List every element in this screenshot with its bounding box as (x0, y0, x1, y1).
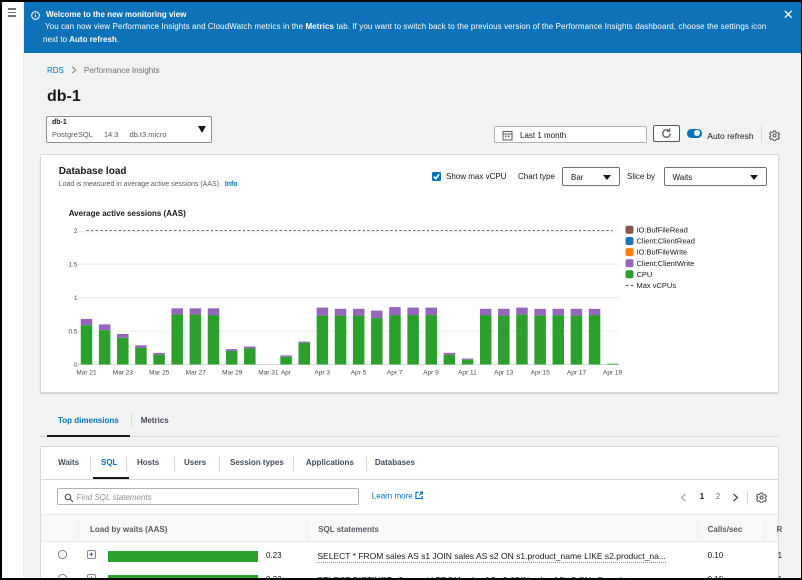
svg-text:CPU: CPU (637, 270, 653, 279)
svg-text:1.5: 1.5 (68, 261, 77, 268)
svg-text:Mar 21: Mar 21 (76, 369, 97, 376)
svg-text:Apr 3: Apr 3 (314, 369, 330, 376)
svg-text:Client:ClientWrite: Client:ClientWrite (637, 259, 695, 268)
svg-text:Apr 9: Apr 9 (423, 369, 439, 376)
svg-text:0: 0 (74, 362, 78, 369)
svg-text:Mar 31: Mar 31 (258, 369, 279, 376)
svg-text:Apr: Apr (281, 369, 292, 376)
svg-text:Apr 5: Apr 5 (351, 369, 367, 376)
svg-text:Max vCPUs: Max vCPUs (637, 281, 677, 290)
svg-text:1: 1 (74, 295, 78, 302)
svg-text:Apr 7: Apr 7 (387, 369, 403, 376)
svg-text:Mar 27: Mar 27 (186, 369, 207, 376)
svg-text:Mar 29: Mar 29 (222, 369, 243, 376)
svg-text:Apr 19: Apr 19 (603, 369, 623, 376)
svg-text:Apr 13: Apr 13 (494, 369, 514, 376)
svg-text:Apr 15: Apr 15 (531, 369, 551, 376)
svg-text:IO:BufFileWrite: IO:BufFileWrite (637, 248, 688, 257)
svg-text:2: 2 (74, 228, 78, 235)
svg-text:Apr 11: Apr 11 (458, 369, 477, 376)
svg-text:0.5: 0.5 (68, 328, 77, 335)
svg-text:Mar 25: Mar 25 (149, 369, 170, 376)
svg-text:Mar 23: Mar 23 (113, 369, 134, 376)
svg-text:Apr 17: Apr 17 (567, 369, 587, 376)
svg-text:Client:ClientRead: Client:ClientRead (637, 237, 695, 246)
svg-text:IO:BufFileRead: IO:BufFileRead (637, 225, 688, 234)
